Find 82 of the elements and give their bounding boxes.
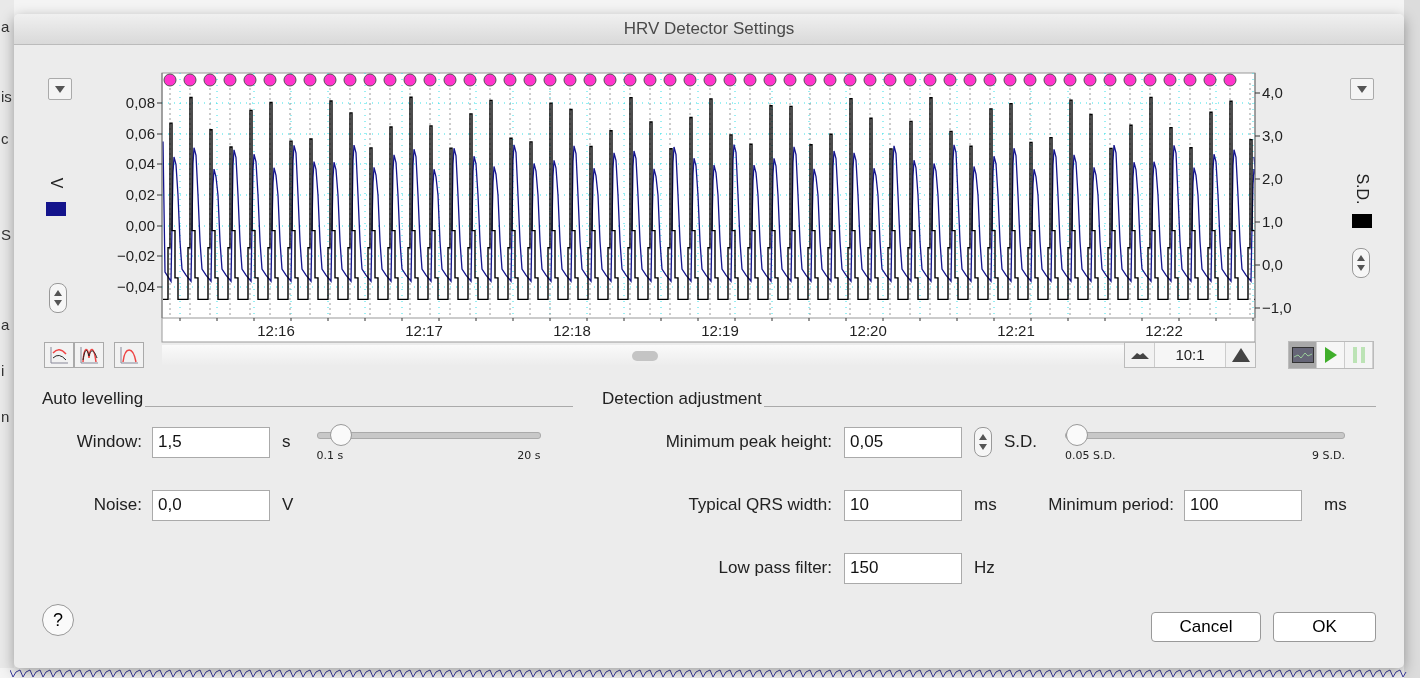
- field-label: Low pass filter:: [717, 558, 832, 578]
- axis-label: 0,00: [125, 217, 155, 234]
- slider-max-label: 20 s: [517, 449, 541, 462]
- up-down-icon: [1357, 254, 1365, 272]
- background-text: is: [1, 88, 12, 105]
- ok-button[interactable]: OK: [1273, 612, 1376, 642]
- section-title: Auto levelling: [42, 389, 144, 409]
- mountain-icon: [1130, 351, 1149, 359]
- qrs-width-field[interactable]: 10: [844, 489, 962, 521]
- axis-label: −1,0: [1262, 299, 1292, 316]
- axis-label: −0,04: [117, 278, 155, 295]
- pause-icon: [1352, 347, 1365, 363]
- axis-label: 0,08: [125, 94, 155, 111]
- section-title: Detection adjustment: [602, 389, 762, 409]
- axis-label: 3,0: [1262, 127, 1283, 144]
- background-text: a: [1, 316, 10, 333]
- axis-label: 12:22: [1145, 322, 1183, 339]
- low-pass-icon: [49, 346, 69, 364]
- axis-label: 0,0: [1262, 256, 1283, 273]
- stepper-button[interactable]: [1352, 248, 1370, 278]
- slider-min-label: 0.1 s: [316, 449, 344, 462]
- unit-label: ms: [974, 495, 998, 515]
- background-text: S: [1, 226, 11, 243]
- play-icon: [1324, 347, 1337, 363]
- peak-curve-icon: [119, 346, 139, 364]
- axis-label: 12:20: [849, 322, 887, 339]
- field-label: Window:: [75, 432, 142, 452]
- background-text: i: [1, 362, 5, 379]
- field-label: Minimum period:: [1047, 495, 1174, 515]
- axis-label: 12:21: [997, 322, 1035, 339]
- noise-field[interactable]: 0,0: [152, 489, 270, 521]
- background-text: a: [1, 18, 10, 35]
- cancel-button[interactable]: Cancel: [1151, 612, 1261, 642]
- stepper-button[interactable]: [974, 427, 992, 457]
- slider-max-label: 9 S.D.: [1312, 449, 1346, 462]
- zoom-level: 10:1: [1174, 345, 1206, 365]
- unit-label: s: [282, 432, 291, 452]
- up-down-icon: [54, 289, 62, 307]
- axis-unit: V: [47, 177, 65, 189]
- wave-filter-icon: [79, 346, 99, 364]
- field-label: Typical QRS width:: [687, 495, 832, 515]
- unit-label: ms: [1324, 495, 1347, 515]
- slider-thumb[interactable]: [329, 424, 352, 446]
- axis-label: 12:19: [701, 322, 739, 339]
- slider-thumb[interactable]: [1066, 424, 1089, 446]
- unit-label: Hz: [974, 558, 995, 578]
- background-text: n: [1, 408, 10, 425]
- background-text: c: [1, 130, 9, 147]
- axis-label: 0,04: [125, 155, 155, 172]
- stepper-button[interactable]: [49, 283, 67, 313]
- unit-label: V: [282, 495, 294, 515]
- axis-unit: S.D.: [1352, 173, 1371, 205]
- caret-icon: [55, 85, 65, 93]
- field-label: Noise:: [92, 495, 142, 515]
- help-button[interactable]: ?: [42, 604, 74, 636]
- low-pass-field[interactable]: 150: [844, 552, 962, 584]
- up-down-icon: [979, 433, 987, 451]
- axis-label: 12:17: [405, 322, 443, 339]
- window-field[interactable]: 1,5: [152, 426, 270, 458]
- chart-view-icon: [1291, 347, 1314, 363]
- dropdown-button[interactable]: [48, 78, 72, 100]
- axis-label: 12:18: [553, 322, 591, 339]
- axis-label: 0,06: [125, 125, 155, 142]
- window-title: HRV Detector Settings: [623, 19, 795, 39]
- zoom-in-button[interactable]: [1225, 343, 1255, 367]
- axis-label: 4,0: [1262, 84, 1283, 101]
- slider-min-label: 0.05 S.D.: [1065, 449, 1116, 462]
- peak-height-field[interactable]: 0,05: [844, 426, 962, 458]
- mountain-icon: [1231, 348, 1250, 362]
- axis-label: 1,0: [1262, 213, 1283, 230]
- axis-label: 12:16: [257, 322, 295, 339]
- chart-button[interactable]: [1289, 342, 1317, 368]
- axis-label: 0,02: [125, 186, 155, 203]
- dropdown-button[interactable]: [1350, 78, 1374, 100]
- filter-button[interactable]: [74, 342, 104, 368]
- caret-icon: [1357, 85, 1367, 93]
- axis-label: 2,0: [1262, 170, 1283, 187]
- unit-label: S.D.: [1004, 432, 1038, 452]
- zoom-out-button[interactable]: [1125, 343, 1155, 367]
- field-label: Minimum peak height:: [664, 432, 832, 452]
- axis-label: −0,02: [117, 247, 155, 264]
- period-field[interactable]: 100: [1184, 489, 1302, 521]
